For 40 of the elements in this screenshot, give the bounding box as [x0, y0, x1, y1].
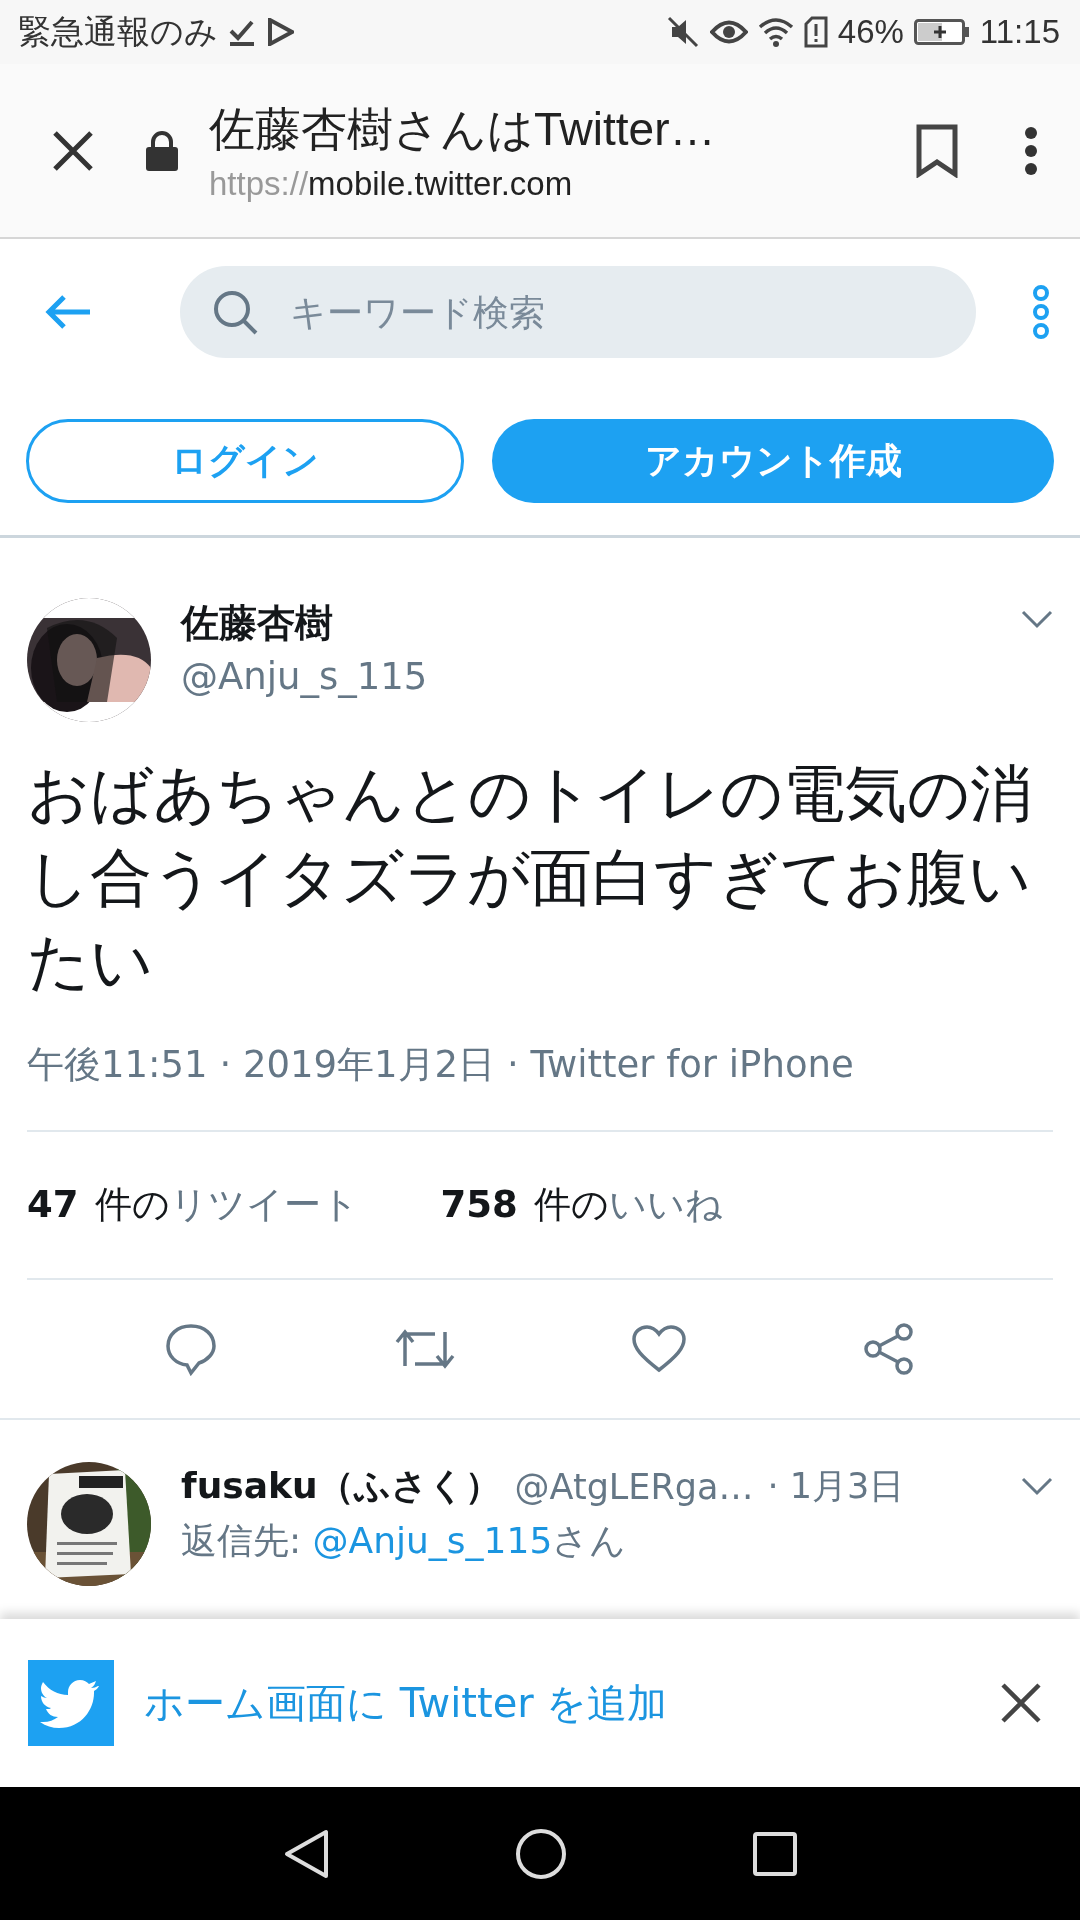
caret-icon[interactable]	[1021, 1476, 1053, 1497]
page-title: 佐藤杏樹さんはTwitter…	[209, 101, 717, 157]
close-icon[interactable]	[50, 128, 95, 173]
tweet-timestamp: 午後11:51 · 2019年1月2日 · Twitter for iPhone	[27, 1004, 1053, 1132]
heart-icon[interactable]	[631, 1324, 688, 1374]
user-handle: @Anju_s_115	[181, 655, 429, 698]
mention-link[interactable]: @Anju_s_115	[312, 1520, 553, 1561]
caret-icon[interactable]	[1021, 610, 1053, 630]
add-to-home-screen-link[interactable]: ホーム画面に Twitter を追加	[144, 1675, 1000, 1731]
login-button[interactable]: ログイン	[26, 419, 464, 503]
stat-count[interactable]: 758 件のいいね	[440, 1180, 723, 1230]
tweet-text: おばあちゃんとのトイレの電気の消し合うイタズラが面白すぎてお腹いたい	[27, 756, 1033, 1000]
reply-date: · 1月3日	[767, 1465, 905, 1508]
battery-charging-icon	[913, 19, 970, 45]
bookmark-icon[interactable]	[916, 123, 958, 178]
back-arrow-icon[interactable]	[44, 294, 92, 330]
wifi-icon	[757, 17, 794, 47]
bird-logo-icon	[28, 1660, 114, 1746]
lock-icon	[145, 129, 179, 172]
user-name: 佐藤杏樹	[181, 600, 334, 647]
reply-icon[interactable]	[164, 1322, 219, 1376]
reply-context: 返信先: @Anju_s_115さん	[181, 1519, 628, 1563]
sim-alert-icon	[803, 16, 828, 48]
muted-speaker-icon	[665, 15, 700, 49]
carrier-status: 緊急通報のみ	[18, 11, 218, 52]
more-options-icon[interactable]	[1032, 284, 1050, 340]
stat-count[interactable]: 47 件の リツイート	[27, 1180, 359, 1230]
recent-apps-icon[interactable]	[751, 1830, 798, 1877]
back-icon[interactable]	[282, 1827, 331, 1880]
close-icon[interactable]	[1000, 1682, 1042, 1724]
home-icon[interactable]	[515, 1827, 567, 1880]
page-url: https://mobile.twitter.com	[209, 164, 574, 203]
reply-user-handle: @AtgLERga…	[514, 1466, 754, 1507]
search-field[interactable]: キーワード検索	[180, 266, 976, 358]
clock: 11:15	[979, 13, 1060, 51]
sign-up-button[interactable]: アカウント作成	[492, 419, 1054, 503]
share-icon[interactable]	[861, 1322, 916, 1376]
battery-percentage: 46%	[837, 13, 904, 51]
reply-user-name: fusaku（ふさく）	[181, 1464, 501, 1508]
menu-icon[interactable]	[1024, 125, 1038, 176]
